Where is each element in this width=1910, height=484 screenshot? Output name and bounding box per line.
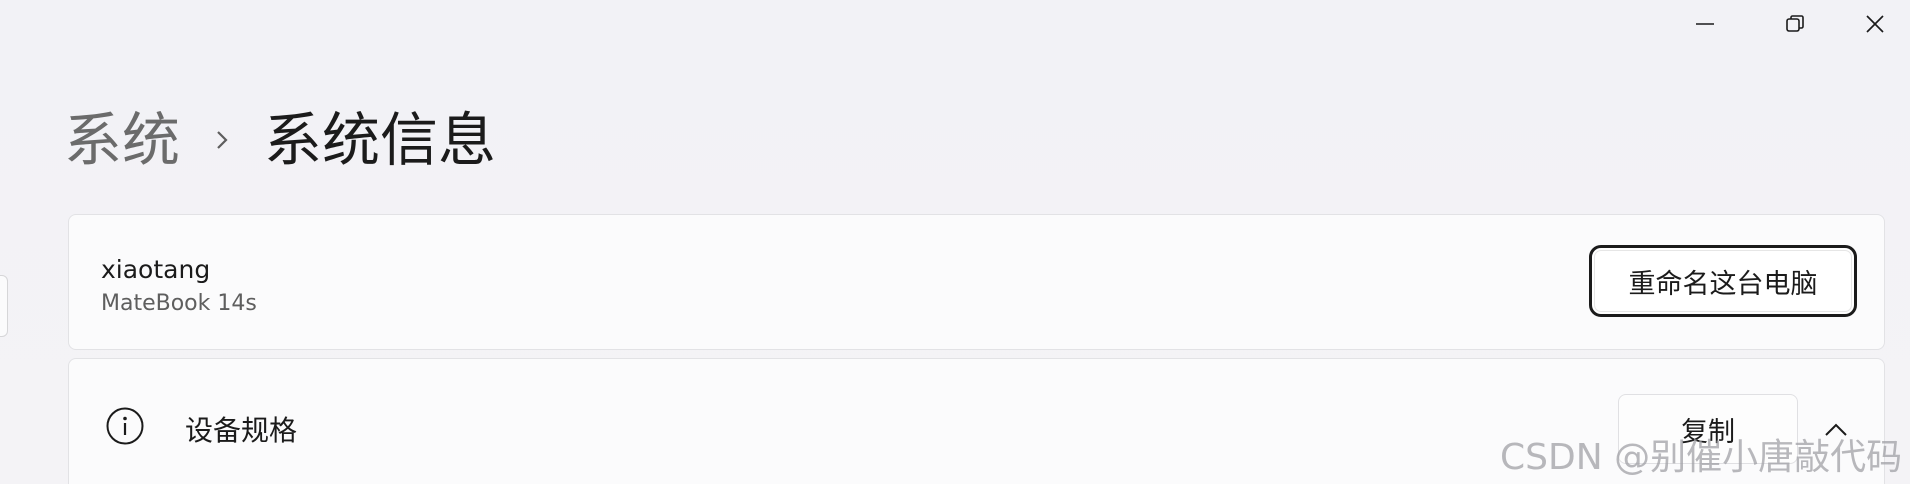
close-button[interactable] (1840, 0, 1910, 48)
specs-label: 设备规格 (185, 414, 298, 447)
rename-pc-button[interactable]: 重命名这台电脑 (1589, 245, 1857, 317)
page-title: 系统信息 (264, 106, 497, 174)
close-icon (1866, 15, 1884, 33)
device-card: xiaotang MateBook 14s 重命名这台电脑 (68, 214, 1885, 350)
breadcrumb-parent-link[interactable]: 系统 (64, 100, 180, 180)
settings-window: 系统 系统信息 xiaotang MateBook 14s 重命名这台电脑 设备… (0, 0, 1910, 484)
minimize-button[interactable] (1660, 0, 1750, 48)
restore-icon (1786, 15, 1804, 32)
breadcrumb: 系统 系统信息 (64, 100, 496, 180)
chevron-right-icon (180, 100, 264, 180)
device-model: MateBook 14s (101, 291, 257, 316)
watermark: CSDN @别催小唐敲代码 (1500, 437, 1903, 478)
device-name: xiaotang (101, 255, 211, 284)
nav-pane-edge[interactable] (0, 275, 8, 337)
minimize-icon (1696, 23, 1714, 25)
restore-button[interactable] (1750, 0, 1840, 48)
info-icon (106, 407, 144, 445)
